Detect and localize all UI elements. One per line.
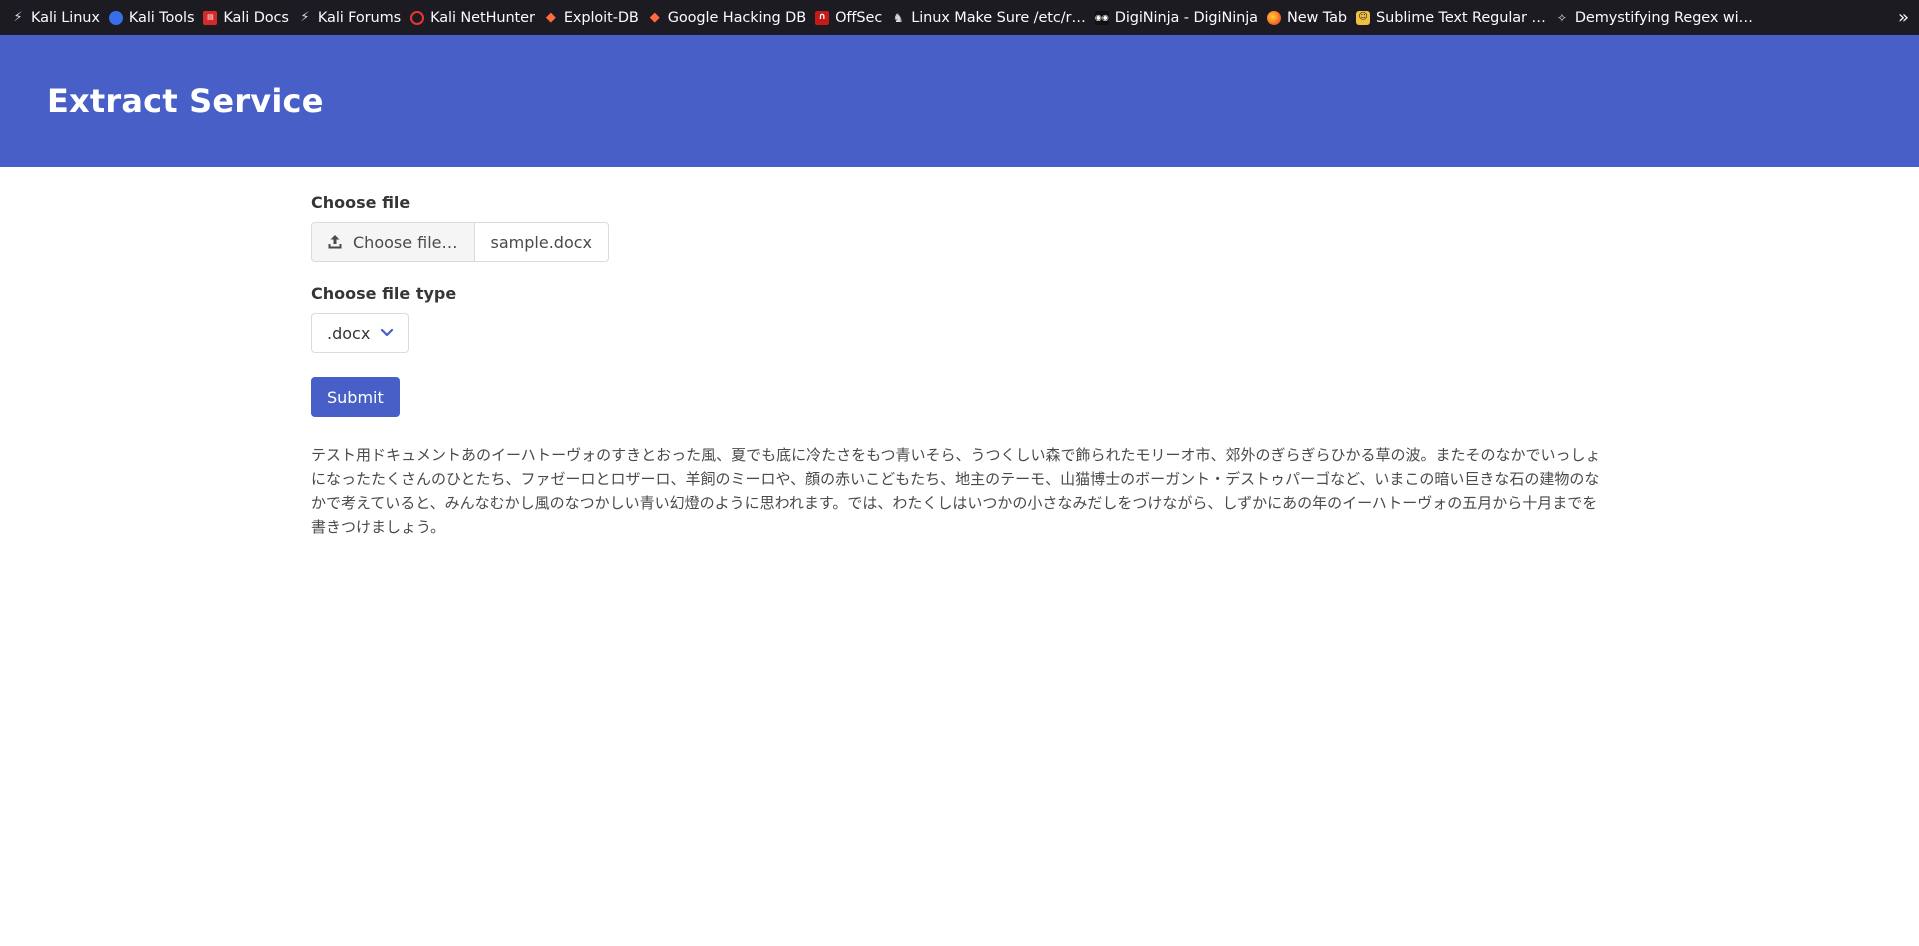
bookmark-sublime-text[interactable]: ☺ Sublime Text Regular …	[1353, 4, 1552, 32]
firefox-icon	[1266, 10, 1281, 25]
bookmark-label: OffSec	[835, 9, 883, 26]
bookmark-label: Linux Make Sure /etc/r…	[911, 9, 1086, 26]
bookmark-linux-make-sure[interactable]: ♞ Linux Make Sure /etc/r…	[888, 4, 1092, 32]
kali-dragon-icon: ⚡	[300, 10, 310, 25]
sublime-icon: ☺	[1356, 10, 1371, 25]
file-type-select[interactable]: .docx	[311, 313, 409, 353]
bookmark-label: Kali NetHunter	[430, 9, 535, 26]
bookmark-label: Kali Tools	[128, 9, 195, 26]
offsec-icon: ∩	[815, 10, 830, 25]
linux-icon: ♞	[892, 10, 904, 25]
extracted-text: テスト用ドキュメントあのイーハトーヴォのすきとおった風、夏でも底に冷たさをもつ青…	[311, 446, 1601, 536]
exploit-db-icon: ◆	[545, 10, 556, 25]
bookmarks-toolbar: ⚡ Kali Linux Kali Tools ▤ Kali Docs ⚡ Ka…	[0, 0, 1919, 35]
bookmark-new-tab[interactable]: New Tab	[1264, 4, 1353, 32]
bookmark-label: Kali Linux	[31, 9, 100, 26]
file-type-field: Choose file type .docx	[311, 284, 1611, 353]
choose-file-button[interactable]: Choose file…	[311, 222, 475, 262]
bookmark-label: Kali Docs	[223, 9, 289, 26]
digininja-icon: ◉◉	[1094, 10, 1109, 25]
kali-docs-icon: ▤	[203, 10, 218, 25]
regex-icon: ✧	[1556, 10, 1567, 25]
bookmark-label: Demystifying Regex wi…	[1574, 9, 1753, 26]
exploit-db-icon: ◆	[649, 10, 660, 25]
submit-button[interactable]: Submit	[311, 377, 400, 417]
file-field: Choose file Choose file… sample.docx	[311, 193, 1611, 262]
file-type-value: .docx	[327, 323, 371, 343]
bookmark-digininja[interactable]: ◉◉ DigiNinja - DigiNinja	[1092, 4, 1264, 32]
kali-dragon-icon: ⚡	[13, 10, 23, 25]
upload-icon	[327, 234, 343, 250]
selected-file-name: sample.docx	[474, 222, 609, 262]
file-input[interactable]: Choose file… sample.docx	[311, 222, 1611, 262]
page-title: Extract Service	[47, 82, 324, 120]
bookmark-kali-nethunter[interactable]: Kali NetHunter	[407, 4, 541, 32]
file-type-label: Choose file type	[311, 284, 457, 303]
bookmarks-overflow-icon[interactable]: »	[1898, 0, 1909, 35]
bookmark-label: New Tab	[1286, 9, 1348, 26]
kali-tools-icon	[108, 10, 123, 25]
hero-banner: Extract Service	[0, 35, 1919, 167]
bookmark-google-hacking-db[interactable]: ◆ Google Hacking DB	[645, 4, 812, 32]
main-content: Choose file Choose file… sample.docx Cho…	[0, 167, 1611, 539]
bookmark-exploit-db[interactable]: ◆ Exploit-DB	[541, 4, 645, 32]
bookmark-label: Sublime Text Regular …	[1376, 9, 1546, 26]
bookmark-label: Kali Forums	[317, 9, 402, 26]
chevron-down-icon	[380, 328, 394, 338]
bookmark-kali-linux[interactable]: ⚡ Kali Linux	[8, 4, 106, 32]
bookmark-label: DigiNinja - DigiNinja	[1114, 9, 1258, 26]
file-label: Choose file	[311, 193, 411, 212]
bookmark-kali-forums[interactable]: ⚡ Kali Forums	[295, 4, 407, 32]
bookmark-label: Google Hacking DB	[667, 9, 807, 26]
choose-file-label: Choose file…	[353, 232, 458, 252]
nethunter-icon	[410, 10, 425, 25]
bookmark-kali-docs[interactable]: ▤ Kali Docs	[200, 4, 294, 32]
bookmark-kali-tools[interactable]: Kali Tools	[106, 4, 201, 32]
bookmark-offsec[interactable]: ∩ OffSec	[812, 4, 888, 32]
bookmark-demystifying-regex[interactable]: ✧ Demystifying Regex wi…	[1552, 4, 1759, 32]
bookmark-label: Exploit-DB	[563, 9, 639, 26]
